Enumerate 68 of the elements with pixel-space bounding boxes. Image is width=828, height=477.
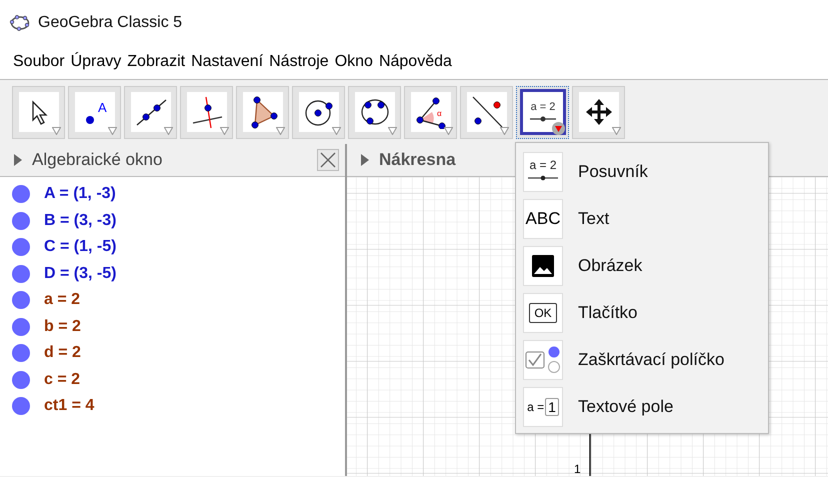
visibility-toggle[interactable]: [12, 291, 30, 310]
menu-option[interactable]: Posuvník: [578, 162, 648, 182]
algebra-expression[interactable]: a = 2: [44, 291, 80, 310]
panel-title: Nákresna: [379, 150, 456, 170]
slider-icon: a = 2: [523, 152, 563, 192]
algebra-expression[interactable]: ct1 = 4: [44, 397, 94, 416]
menu-option[interactable]: Obrázek: [578, 256, 642, 276]
visibility-toggle[interactable]: [12, 212, 30, 230]
tool-button[interactable]: [236, 86, 289, 138]
algebra-expression[interactable]: d = 2: [44, 344, 81, 362]
image-icon: [523, 246, 563, 286]
panel-title: Algebraické okno: [32, 150, 164, 170]
tool-button[interactable]: a = 2: [516, 86, 569, 138]
text-icon: ABC: [523, 198, 563, 238]
algebra-expression[interactable]: b = 2: [44, 318, 81, 336]
visibility-toggle[interactable]: [12, 397, 30, 416]
expand-triangle-icon[interactable]: [14, 154, 22, 166]
menu-item[interactable]: Zobrazit: [127, 53, 186, 71]
algebra-expression[interactable]: A = (1, -3): [44, 185, 116, 204]
tool-button[interactable]: A: [68, 86, 121, 138]
tool-button[interactable]: [180, 86, 233, 138]
close-button[interactable]: [317, 149, 339, 171]
axis-tick-label: 1: [574, 462, 581, 476]
caret-icon: [444, 126, 453, 134]
caret-icon: [332, 126, 341, 134]
menu-option[interactable]: Tlačítko: [578, 302, 638, 322]
expand-triangle-icon[interactable]: [361, 154, 369, 166]
visibility-toggle[interactable]: [12, 185, 30, 204]
window-title: GeoGebra Classic 5: [38, 14, 182, 32]
caret-icon: [612, 126, 621, 134]
caret-icon: [52, 126, 61, 134]
line-reflect-icon: [470, 95, 504, 129]
visibility-toggle[interactable]: [12, 238, 30, 256]
algebra-expression[interactable]: C = (1, -5): [44, 238, 116, 256]
caret-icon: [220, 126, 229, 134]
tool-button[interactable]: [572, 86, 625, 138]
caret-icon: [500, 126, 509, 134]
menu-item[interactable]: Nástroje: [269, 53, 329, 71]
algebra-expression[interactable]: D = (3, -5): [44, 264, 116, 283]
algebra-expression[interactable]: B = (3, -3): [44, 212, 116, 230]
tool-button[interactable]: [292, 86, 345, 138]
menu-option[interactable]: Zaškrtávací políčko: [578, 350, 724, 370]
algebra-expression[interactable]: c = 2: [44, 370, 80, 389]
visibility-toggle[interactable]: [12, 344, 30, 362]
caret-icon: [552, 122, 565, 134]
input-box-icon: a = 1: [523, 386, 563, 426]
menu-item[interactable]: Nastavení: [191, 53, 264, 71]
caret-icon: [276, 126, 285, 134]
button-icon: OK: [523, 292, 563, 332]
menu-item[interactable]: Soubor: [13, 53, 65, 71]
tool-button[interactable]: [348, 86, 401, 138]
app-logo-icon: [10, 14, 30, 30]
tool-button[interactable]: [12, 86, 65, 138]
tool-button[interactable]: [460, 86, 513, 138]
menu-item[interactable]: Úpravy: [70, 53, 122, 71]
caret-icon: [164, 126, 173, 134]
tool-button[interactable]: [124, 86, 177, 138]
menu-option[interactable]: Text: [578, 208, 610, 228]
menu-item[interactable]: Okno: [334, 53, 373, 71]
menu-option[interactable]: Textové pole: [578, 396, 674, 416]
visibility-toggle[interactable]: [12, 318, 30, 336]
visibility-toggle[interactable]: [12, 370, 30, 389]
checkbox-icon: [523, 340, 563, 380]
caret-icon: [108, 126, 117, 134]
tool-button[interactable]: α: [404, 86, 457, 138]
caret-icon: [388, 126, 397, 134]
visibility-toggle[interactable]: [12, 264, 30, 283]
menu-item[interactable]: Nápověda: [378, 53, 452, 71]
